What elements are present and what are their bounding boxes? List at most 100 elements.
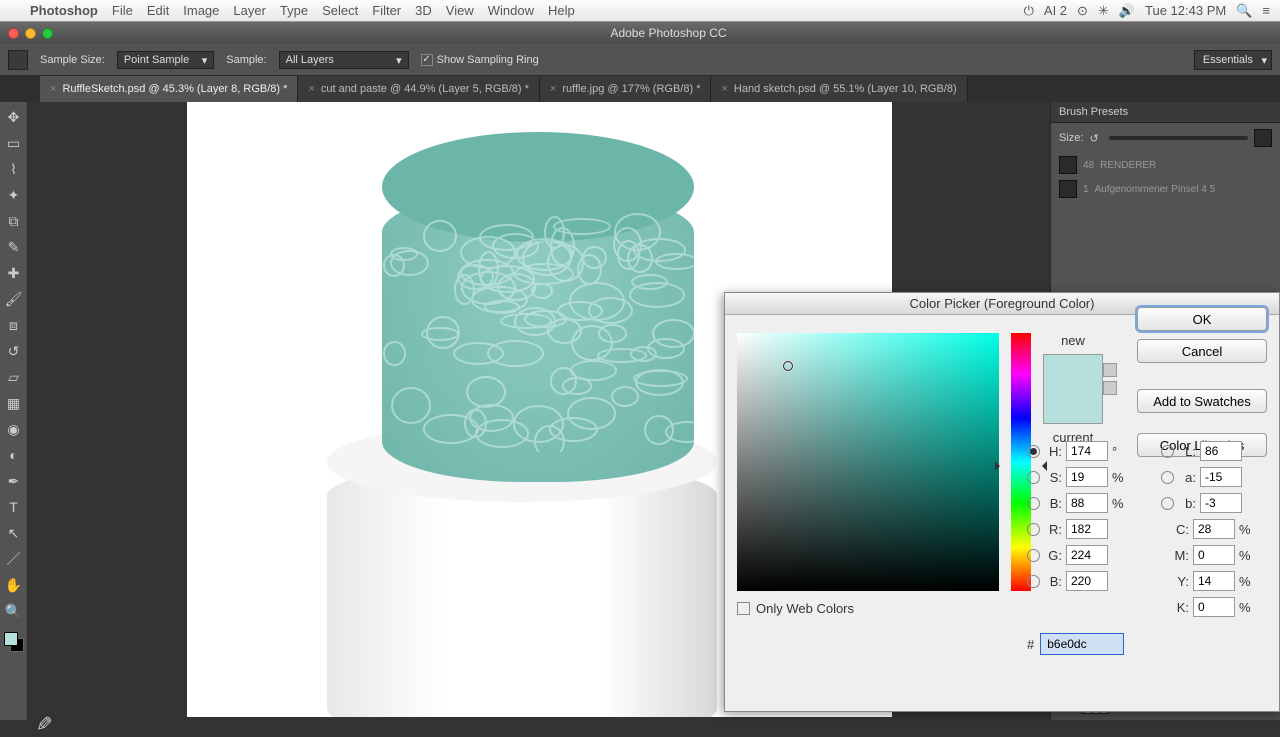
hand-tool-icon[interactable]: ✋ bbox=[3, 574, 25, 596]
lab-b-input[interactable] bbox=[1200, 493, 1242, 513]
path-tool-icon[interactable]: ↖ bbox=[3, 522, 25, 544]
l-radio[interactable] bbox=[1161, 445, 1174, 458]
a-radio[interactable] bbox=[1161, 471, 1174, 484]
g-radio[interactable] bbox=[1027, 549, 1040, 562]
healing-tool-icon[interactable]: ✚ bbox=[3, 262, 25, 284]
eyedropper-tool-icon[interactable]: ✎ bbox=[3, 236, 25, 258]
y-input[interactable] bbox=[1193, 571, 1235, 591]
document-tabs: × RuffleSketch.psd @ 45.3% (Layer 8, RGB/… bbox=[0, 76, 1280, 102]
brush-size-thumb-icon[interactable] bbox=[1254, 129, 1272, 147]
history-brush-tool-icon[interactable]: ↺ bbox=[3, 340, 25, 362]
close-icon[interactable]: × bbox=[50, 83, 56, 95]
zoom-tool-icon[interactable]: 🔍 bbox=[3, 600, 25, 622]
minimize-window-icon[interactable] bbox=[25, 28, 36, 39]
current-tool-icon[interactable] bbox=[8, 50, 28, 70]
marquee-tool-icon[interactable]: ▭ bbox=[3, 132, 25, 154]
menu-select[interactable]: Select bbox=[322, 3, 358, 18]
sample-label: Sample: bbox=[226, 54, 266, 66]
show-ring-checkbox[interactable]: ✓ bbox=[421, 54, 433, 66]
gamut-warning-icon[interactable] bbox=[1103, 363, 1117, 377]
sample-size-label: Sample Size: bbox=[40, 54, 105, 66]
s-input[interactable] bbox=[1066, 467, 1108, 487]
sample-size-select[interactable]: Point Sample bbox=[117, 51, 214, 69]
hex-input[interactable] bbox=[1040, 633, 1124, 655]
s-radio[interactable] bbox=[1027, 471, 1040, 484]
menu-image[interactable]: Image bbox=[183, 3, 219, 18]
tab-label: RuffleSketch.psd @ 45.3% (Layer 8, RGB/8… bbox=[62, 83, 287, 95]
brush-tool-icon[interactable]: 🖌 bbox=[3, 288, 25, 310]
brush-preset-row[interactable]: 1Aufgenommener Pinsel 4 5 bbox=[1059, 177, 1272, 201]
pen-tool-icon[interactable]: ✒ bbox=[3, 470, 25, 492]
tab-label: cut and paste @ 44.9% (Layer 5, RGB/8) * bbox=[321, 83, 529, 95]
l-input[interactable] bbox=[1200, 441, 1242, 461]
k-input[interactable] bbox=[1193, 597, 1235, 617]
stamp-tool-icon[interactable]: ⧈ bbox=[3, 314, 25, 336]
menu-edit[interactable]: Edit bbox=[147, 3, 169, 18]
close-icon[interactable]: × bbox=[550, 83, 556, 95]
eraser-tool-icon[interactable]: ▱ bbox=[3, 366, 25, 388]
lasso-tool-icon[interactable]: ⌇ bbox=[3, 158, 25, 180]
menu-view[interactable]: View bbox=[446, 3, 474, 18]
close-window-icon[interactable] bbox=[8, 28, 19, 39]
type-tool-icon[interactable]: T bbox=[3, 496, 25, 518]
gradient-tool-icon[interactable]: ▦ bbox=[3, 392, 25, 414]
saturation-value-field[interactable] bbox=[737, 333, 999, 591]
brush-preset-row[interactable]: 48RENDERER bbox=[1059, 153, 1272, 177]
eyedropper-cursor-icon: ✎ bbox=[36, 712, 53, 737]
lab-b-radio[interactable] bbox=[1161, 497, 1174, 510]
menu-type[interactable]: Type bbox=[280, 3, 308, 18]
menubar-status-icon: ⏻ bbox=[1024, 3, 1034, 19]
color-swatches[interactable] bbox=[4, 632, 24, 652]
spotlight-icon[interactable]: 🔍 bbox=[1236, 3, 1252, 19]
menu-3d[interactable]: 3D bbox=[415, 3, 432, 18]
tab-cutpaste[interactable]: × cut and paste @ 44.9% (Layer 5, RGB/8) … bbox=[298, 76, 540, 102]
mac-menubar: Photoshop File Edit Image Layer Type Sel… bbox=[0, 0, 1280, 22]
brush-size-slider[interactable] bbox=[1109, 136, 1248, 140]
menubar-clock[interactable]: Tue 12:43 PM bbox=[1145, 3, 1226, 18]
menu-file[interactable]: File bbox=[112, 3, 133, 18]
move-tool-icon[interactable]: ✥ bbox=[3, 106, 25, 128]
tab-ruffle[interactable]: ×ruffle.jpg @ 177% (RGB/8) * bbox=[540, 76, 712, 102]
bb-radio[interactable] bbox=[1027, 575, 1040, 588]
workspace-switcher[interactable]: Essentials bbox=[1194, 50, 1272, 70]
b-radio[interactable] bbox=[1027, 497, 1040, 510]
app-name[interactable]: Photoshop bbox=[30, 3, 98, 18]
menubar-wifi-icon[interactable]: ⊙ bbox=[1077, 3, 1088, 19]
wand-tool-icon[interactable]: ✦ bbox=[3, 184, 25, 206]
brush-presets-header[interactable]: Brush Presets bbox=[1051, 102, 1280, 123]
crop-tool-icon[interactable]: ⧉ bbox=[3, 210, 25, 232]
g-input[interactable] bbox=[1066, 545, 1108, 565]
menubar-bluetooth-icon[interactable]: ✳ bbox=[1098, 3, 1109, 19]
c-input[interactable] bbox=[1193, 519, 1235, 539]
h-radio[interactable] bbox=[1027, 445, 1040, 458]
tab-handsketch[interactable]: ×Hand sketch.psd @ 55.1% (Layer 10, RGB/… bbox=[711, 76, 967, 102]
only-web-checkbox[interactable] bbox=[737, 602, 750, 615]
h-input[interactable] bbox=[1066, 441, 1108, 461]
sv-cursor-icon[interactable] bbox=[783, 361, 793, 371]
bv-input[interactable] bbox=[1066, 493, 1108, 513]
zoom-window-icon[interactable] bbox=[42, 28, 53, 39]
shape-tool-icon[interactable]: ／ bbox=[3, 548, 25, 570]
ok-button[interactable]: OK bbox=[1137, 307, 1267, 331]
menu-window[interactable]: Window bbox=[488, 3, 534, 18]
close-icon[interactable]: × bbox=[721, 83, 727, 95]
add-to-swatches-button[interactable]: Add to Swatches bbox=[1137, 389, 1267, 413]
menu-help[interactable]: Help bbox=[548, 3, 575, 18]
menubar-volume-icon[interactable]: 🔊 bbox=[1119, 3, 1135, 19]
dodge-tool-icon[interactable]: ◐ bbox=[3, 444, 25, 466]
websafe-warning-icon[interactable] bbox=[1103, 381, 1117, 395]
a-input[interactable] bbox=[1200, 467, 1242, 487]
brush-size-reset-icon[interactable]: ↺ bbox=[1089, 132, 1098, 145]
close-icon[interactable]: × bbox=[308, 83, 314, 95]
m-input[interactable] bbox=[1193, 545, 1235, 565]
r-radio[interactable] bbox=[1027, 523, 1040, 536]
menu-layer[interactable]: Layer bbox=[233, 3, 266, 18]
tab-rufflesketch[interactable]: × RuffleSketch.psd @ 45.3% (Layer 8, RGB/… bbox=[40, 76, 298, 102]
menubar-list-icon[interactable]: ≡ bbox=[1262, 3, 1270, 18]
cancel-button[interactable]: Cancel bbox=[1137, 339, 1267, 363]
blur-tool-icon[interactable]: ◉ bbox=[3, 418, 25, 440]
bb-input[interactable] bbox=[1066, 571, 1108, 591]
sample-select[interactable]: All Layers bbox=[279, 51, 409, 69]
menu-filter[interactable]: Filter bbox=[372, 3, 401, 18]
r-input[interactable] bbox=[1066, 519, 1108, 539]
